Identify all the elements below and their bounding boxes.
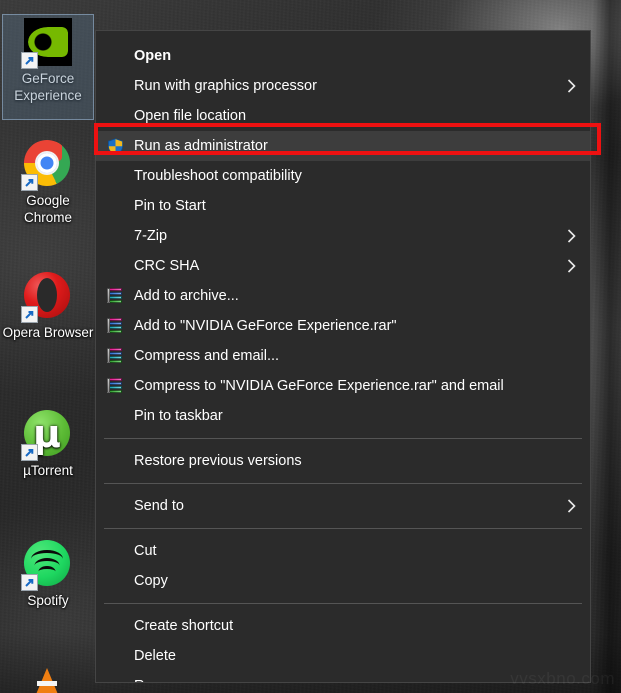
menu-item-label: Cut — [134, 543, 157, 559]
watermark-text: vvsxbno.com — [510, 669, 615, 688]
desktop-icon-spotify[interactable]: Spotify — [2, 540, 94, 609]
menu-item-label: Rename — [134, 678, 189, 682]
chevron-right-icon — [567, 251, 576, 281]
menu-item-label: Compress to "NVIDIA GeForce Experience.r… — [134, 378, 504, 394]
menu-item-add-to-named-archive[interactable]: Add to "NVIDIA GeForce Experience.rar" — [96, 311, 590, 341]
menu-item-open[interactable]: Open — [96, 41, 590, 71]
wallpaper-right-band — [593, 0, 621, 693]
menu-item-pin-to-taskbar[interactable]: Pin to taskbar — [96, 401, 590, 431]
menu-item-label: Add to "NVIDIA GeForce Experience.rar" — [134, 318, 397, 334]
menu-item-open-file-location[interactable]: Open file location — [96, 101, 590, 131]
winrar-icon — [107, 288, 124, 305]
menu-item-label: Restore previous versions — [134, 453, 302, 469]
menu-item-label: Open file location — [134, 108, 247, 124]
menu-item-7-zip[interactable]: 7-Zip — [96, 221, 590, 251]
menu-item-cut[interactable]: Cut — [96, 536, 590, 566]
menu-separator — [104, 528, 582, 529]
desktop-icon-opera-browser[interactable]: Opera Browser — [2, 272, 94, 341]
shortcut-overlay-icon — [21, 52, 38, 69]
spotify-icon — [21, 540, 72, 591]
menu-separator — [104, 603, 582, 604]
desktop-icon-utorrent[interactable]: µ µTorrent — [2, 410, 94, 479]
menu-item-troubleshoot-compatibility[interactable]: Troubleshoot compatibility — [96, 161, 590, 191]
google-chrome-icon — [21, 140, 72, 191]
desktop-icon-label: Spotify — [27, 593, 69, 608]
winrar-icon — [107, 318, 124, 335]
menu-item-label: Pin to Start — [134, 198, 206, 214]
desktop-icon-vlc-media-player[interactable] — [2, 660, 94, 693]
vlc-media-player-icon — [24, 660, 72, 693]
menu-item-run-with-graphics-processor[interactable]: Run with graphics processor — [96, 71, 590, 101]
menu-item-pin-to-start[interactable]: Pin to Start — [96, 191, 590, 221]
menu-item-crc-sha[interactable]: CRC SHA — [96, 251, 590, 281]
menu-item-label: Send to — [134, 498, 184, 514]
menu-item-label: Add to archive... — [134, 288, 239, 304]
menu-separator — [104, 483, 582, 484]
winrar-icon — [107, 378, 124, 395]
desktop-icon-label: µTorrent — [23, 463, 73, 478]
menu-item-label: Run with graphics processor — [134, 78, 317, 94]
menu-item-label: CRC SHA — [134, 258, 200, 274]
menu-item-compress-and-email[interactable]: Compress and email... — [96, 341, 590, 371]
menu-item-label: Copy — [134, 573, 168, 589]
context-menu[interactable]: Open Run with graphics processor Open fi… — [95, 30, 591, 683]
menu-item-label: Compress and email... — [134, 348, 280, 364]
utorrent-icon: µ — [21, 410, 72, 461]
uac-shield-icon — [107, 138, 124, 155]
menu-item-label: Pin to taskbar — [134, 408, 223, 424]
menu-item-label: Delete — [134, 648, 176, 664]
chevron-right-icon — [567, 491, 576, 521]
shortcut-overlay-icon — [21, 174, 38, 191]
shortcut-overlay-icon — [21, 306, 38, 323]
nvidia-geforce-experience-icon — [21, 18, 72, 69]
menu-item-label: Create shortcut — [134, 618, 234, 634]
menu-item-compress-to-named-archive-and-email[interactable]: Compress to "NVIDIA GeForce Experience.r… — [96, 371, 590, 401]
menu-item-run-as-administrator[interactable]: Run as administrator — [96, 131, 590, 161]
chevron-right-icon — [567, 221, 576, 251]
chevron-right-icon — [567, 71, 576, 101]
desktop-icon-label: Google Chrome — [23, 193, 72, 225]
menu-item-label: Run as administrator — [134, 138, 268, 154]
menu-item-create-shortcut[interactable]: Create shortcut — [96, 611, 590, 641]
menu-separator — [104, 438, 582, 439]
menu-item-label: Open — [134, 48, 172, 64]
opera-browser-icon — [21, 272, 72, 323]
menu-item-label: Troubleshoot compatibility — [134, 168, 302, 184]
desktop-icon-geforce-experience[interactable]: GeForce Experience — [2, 14, 94, 120]
shortcut-overlay-icon — [21, 444, 38, 461]
menu-item-copy[interactable]: Copy — [96, 566, 590, 596]
menu-item-send-to[interactable]: Send to — [96, 491, 590, 521]
winrar-icon — [107, 348, 124, 365]
menu-item-label: 7-Zip — [134, 228, 168, 244]
shortcut-overlay-icon — [21, 574, 38, 591]
desktop-icon-label: Opera Browser — [2, 325, 94, 340]
menu-item-restore-previous-versions[interactable]: Restore previous versions — [96, 446, 590, 476]
menu-item-add-to-archive[interactable]: Add to archive... — [96, 281, 590, 311]
menu-item-delete[interactable]: Delete — [96, 641, 590, 671]
desktop-icon-google-chrome[interactable]: Google Chrome — [2, 140, 94, 226]
